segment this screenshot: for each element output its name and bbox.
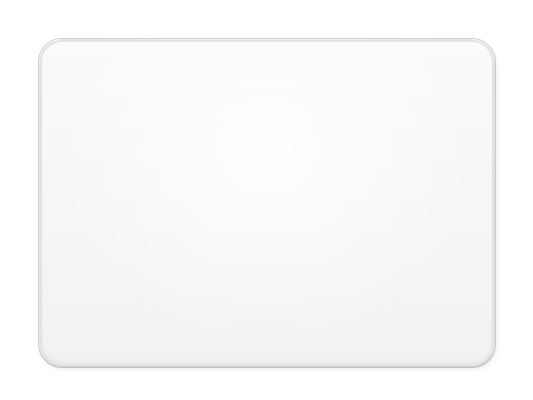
trackpad-top-edge [60, 39, 474, 42]
trackpad-surface [40, 40, 494, 366]
product-image-stage [0, 0, 533, 400]
